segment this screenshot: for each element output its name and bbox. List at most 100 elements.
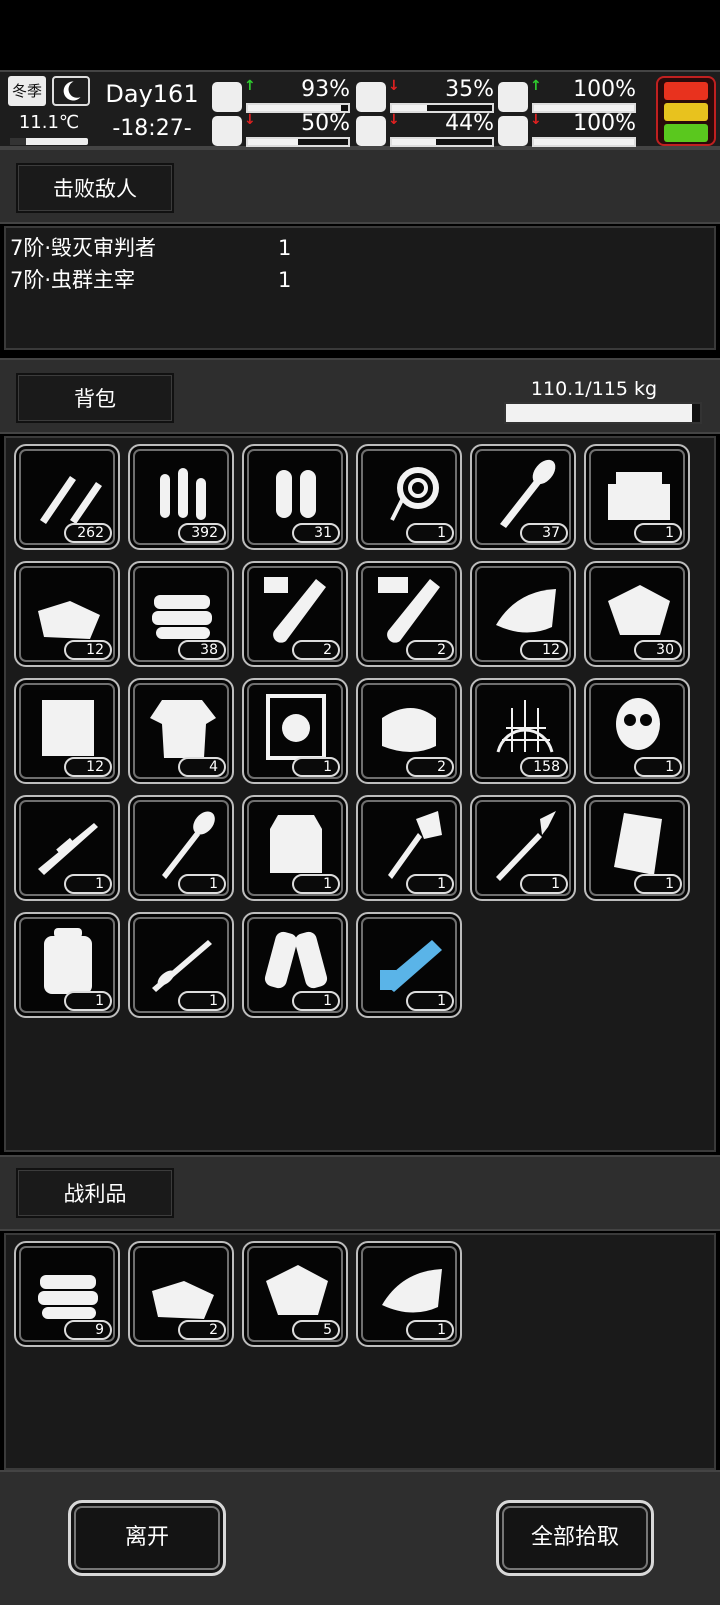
item-slot[interactable]: 1: [584, 678, 690, 784]
tattered-shirt-icon: [150, 700, 216, 758]
item-slot[interactable]: 1: [242, 912, 348, 1018]
stat-value: 44%: [445, 111, 494, 136]
test-tube-v-icon: [264, 577, 326, 643]
item-slot[interactable]: 158: [470, 678, 576, 784]
leave-button[interactable]: 离开: [68, 1500, 226, 1576]
item-slot[interactable]: 1: [242, 678, 348, 784]
moon-icon: [52, 76, 90, 106]
survival-stat: ↓ 44%: [356, 112, 496, 148]
item-quantity: 9: [64, 1320, 112, 1340]
item-slot[interactable]: 1: [242, 795, 348, 901]
item-slot[interactable]: 1: [470, 795, 576, 901]
rope-icon: [390, 467, 439, 521]
heart-icon: [498, 116, 528, 146]
item-slot[interactable]: 1: [14, 912, 120, 1018]
item-quantity: 12: [64, 757, 112, 777]
item-quantity: 5: [292, 1320, 340, 1340]
trend-down-icon: ↓: [388, 78, 400, 94]
pill-icon: [498, 82, 528, 112]
item-quantity: 262: [64, 523, 112, 543]
trend-down-icon: ↓: [244, 112, 256, 128]
backpack-grid: 262 392 31 1 37 1 12 38 2 2 12 30 12 4 1 2 158 1 1 1 1 1 1 1 1 1 1…: [4, 436, 716, 1152]
item-slot[interactable]: 30: [584, 561, 690, 667]
danger-level-indicator[interactable]: [656, 76, 716, 146]
item-slot[interactable]: 1: [356, 912, 462, 1018]
item-quantity: 1: [64, 874, 112, 894]
item-slot[interactable]: 1: [584, 795, 690, 901]
item-quantity: 1: [178, 991, 226, 1011]
item-slot[interactable]: 262: [14, 444, 120, 550]
body-armor-icon: [270, 815, 322, 873]
stat-bar: [390, 137, 494, 147]
stat-value: 35%: [445, 77, 494, 102]
item-slot[interactable]: 2: [356, 561, 462, 667]
enemy-count: 1: [278, 236, 292, 260]
item-slot[interactable]: 1: [128, 795, 234, 901]
defeated-header: 击败敌人: [0, 148, 720, 224]
item-slot[interactable]: 2: [356, 678, 462, 784]
item-quantity: 1: [634, 523, 682, 543]
safe-box-icon: [266, 694, 326, 760]
item-slot[interactable]: 12: [14, 561, 120, 667]
bandage-icon: [382, 708, 436, 752]
item-slot[interactable]: 31: [242, 444, 348, 550]
axe-icon: [388, 811, 442, 879]
status-bar: 冬季 11.1℃ Day161 -18:27- ↑ 93% ↓ 35% ↑ 100% ↓ 50…: [0, 70, 720, 148]
item-slot[interactable]: 1: [356, 1241, 462, 1347]
item-slot[interactable]: 1: [356, 795, 462, 901]
water-drop-icon: [356, 116, 386, 146]
temperature: 11.1℃: [18, 112, 80, 133]
trend-up-icon: ↑: [244, 78, 256, 94]
backpack-header: 背包 110.1/115 kg: [0, 358, 720, 434]
defeated-tab[interactable]: 击败敌人: [16, 163, 174, 213]
leather-icon: [382, 1269, 442, 1313]
loot-grid: 9 2 5 1: [4, 1233, 716, 1470]
item-slot[interactable]: 37: [470, 444, 576, 550]
day-counter: Day161: [105, 80, 199, 108]
item-slot[interactable]: 38: [128, 561, 234, 667]
item-slot[interactable]: 2: [128, 1241, 234, 1347]
ore-bag-icon: [266, 1265, 328, 1315]
item-slot[interactable]: 12: [14, 678, 120, 784]
stat-bar: [246, 137, 350, 147]
item-slot[interactable]: 1: [584, 444, 690, 550]
bullets-icon: [160, 468, 206, 520]
survival-stat: ↓ 35%: [356, 78, 496, 114]
item-slot[interactable]: 392: [128, 444, 234, 550]
time-of-day: -18:27-: [112, 116, 192, 141]
item-slot[interactable]: 4: [128, 678, 234, 784]
loot-tab[interactable]: 战利品: [16, 1168, 174, 1218]
stat-value: 50%: [301, 111, 350, 136]
ore-bag-icon: [608, 585, 670, 635]
enemy-name: 7阶·虫群主宰: [10, 268, 136, 292]
survival-stat: ↓ 50%: [212, 112, 352, 148]
item-slot[interactable]: 1: [14, 795, 120, 901]
item-quantity: 1: [292, 991, 340, 1011]
item-quantity: 1: [520, 874, 568, 894]
item-slot[interactable]: 1: [128, 912, 234, 1018]
backpack-tab[interactable]: 背包: [16, 373, 174, 423]
item-slot[interactable]: 5: [242, 1241, 348, 1347]
item-slot[interactable]: 1: [356, 444, 462, 550]
gauntlets-icon: [264, 931, 328, 989]
item-slot[interactable]: 9: [14, 1241, 120, 1347]
take-all-button[interactable]: 全部拾取: [496, 1500, 654, 1576]
item-quantity: 1: [406, 874, 454, 894]
item-quantity: 392: [178, 523, 226, 543]
item-quantity: 38: [178, 640, 226, 660]
medkit-icon: [212, 82, 242, 112]
item-quantity: 37: [520, 523, 568, 543]
item-quantity: 1: [634, 757, 682, 777]
item-slot[interactable]: 2: [242, 561, 348, 667]
shovel-icon: [162, 811, 215, 879]
item-quantity: 2: [406, 757, 454, 777]
trend-down-icon: ↓: [388, 112, 400, 128]
item-quantity: 1: [406, 1320, 454, 1340]
weight-bar: [504, 402, 702, 424]
survival-stat: ↑ 100%: [498, 78, 638, 114]
stat-value: 93%: [301, 77, 350, 102]
item-slot[interactable]: 12: [470, 561, 576, 667]
minigun-icon: [380, 940, 442, 992]
item-quantity: 2: [406, 640, 454, 660]
boot-icon: [212, 116, 242, 146]
